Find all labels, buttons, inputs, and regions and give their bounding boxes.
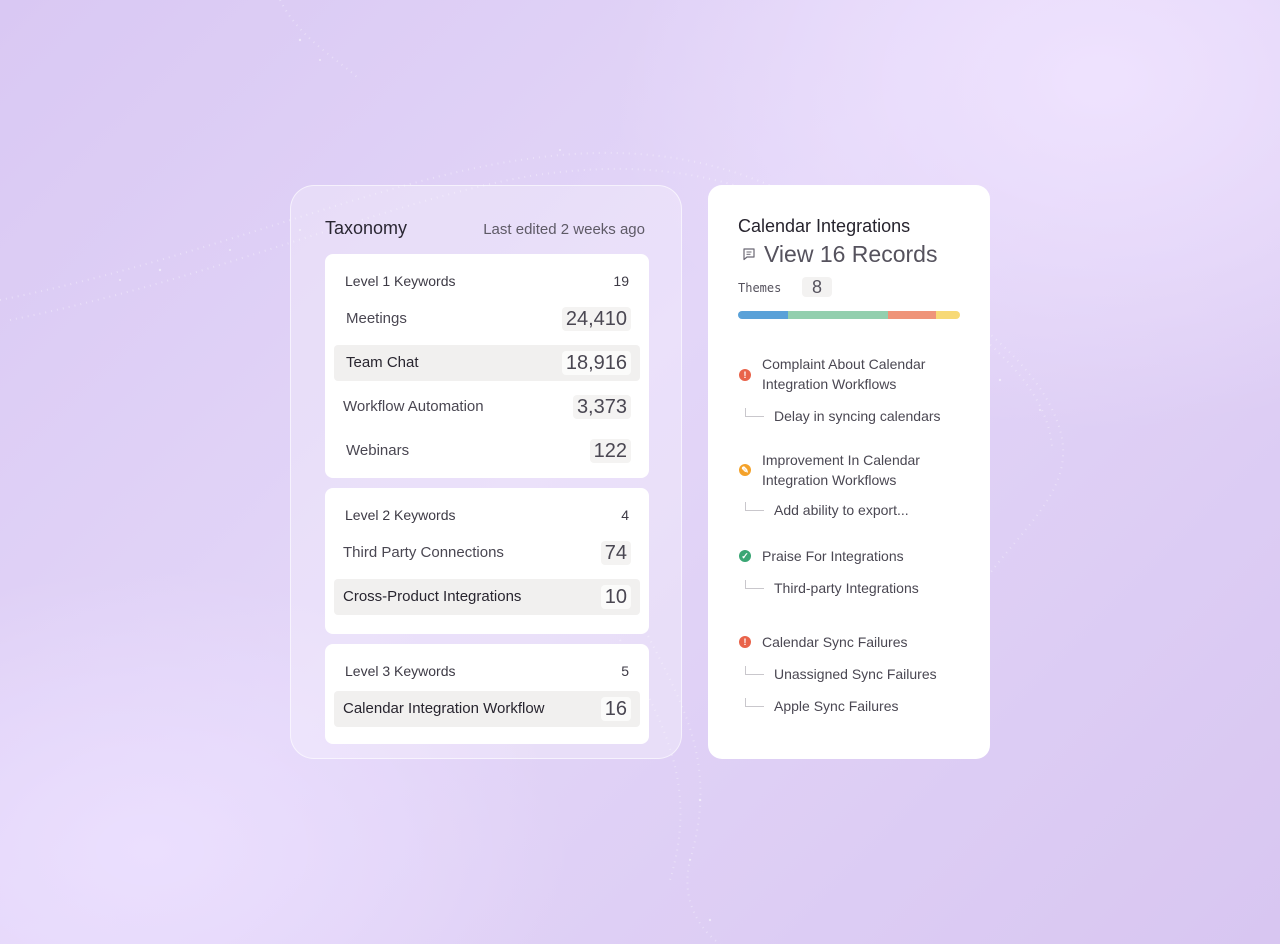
keyword-count: 3,373	[572, 395, 631, 419]
keyword-label: Calendar Integration Workflow	[343, 700, 545, 717]
keyword-label: Third Party Connections	[343, 544, 504, 561]
keyword-row-third-party-connections[interactable]: Third Party Connections 74	[334, 535, 640, 571]
keyword-count: 74	[600, 541, 631, 565]
view-records-label: View 16 Records	[764, 240, 938, 267]
themes-count: 8	[802, 277, 832, 297]
keyword-count: 18,916	[561, 351, 631, 375]
subtheme-delay-syncing[interactable]: Delay in syncing calendars	[774, 408, 941, 424]
keyword-row-webinars[interactable]: Webinars 122	[334, 433, 640, 469]
bar-segment-yellow	[936, 311, 960, 319]
level3-keywords-card: Level 3 Keywords 5 Calendar Integration …	[325, 644, 649, 744]
taxonomy-title: Taxonomy	[325, 218, 408, 238]
subtheme-export[interactable]: Add ability to export...	[774, 502, 909, 518]
tree-connector	[745, 502, 764, 511]
bar-segment-blue	[738, 311, 788, 319]
subtheme-apple-sync[interactable]: Apple Sync Failures	[774, 698, 899, 714]
check-icon: ✓	[739, 550, 751, 562]
keyword-row-calendar-integration-workflow[interactable]: Calendar Integration Workflow 16	[334, 691, 640, 727]
keyword-row-cross-product-integrations[interactable]: Cross-Product Integrations 10	[334, 579, 640, 615]
keyword-count: 122	[589, 439, 631, 463]
theme-calendar-sync-failures[interactable]: Calendar Sync Failures	[762, 632, 962, 652]
subtheme-unassigned-sync[interactable]: Unassigned Sync Failures	[774, 666, 937, 682]
last-edited-label: Last edited 2 weeks ago	[483, 221, 645, 238]
theme-praise-integrations[interactable]: Praise For Integrations	[762, 546, 962, 566]
theme-improvement-calendar[interactable]: Improvement In Calendar Integration Work…	[762, 450, 962, 490]
bar-segment-red	[888, 311, 936, 319]
tree-connector	[745, 580, 764, 589]
lightbulb-icon: ✎	[739, 464, 751, 476]
subtheme-third-party[interactable]: Third-party Integrations	[774, 580, 919, 596]
detail-title: Calendar Integrations	[738, 216, 911, 236]
theme-complaint-calendar[interactable]: Complaint About Calendar Integration Wor…	[762, 354, 962, 394]
view-records-link[interactable]: View 16 Records	[742, 239, 937, 269]
keyword-row-workflow-automation[interactable]: Workflow Automation 3,373	[334, 389, 640, 425]
tree-connector	[745, 408, 764, 417]
level2-keywords-card: Level 2 Keywords 4 Third Party Connectio…	[325, 488, 649, 634]
calendar-integrations-panel: Calendar Integrations View 16 Records Th…	[708, 185, 990, 759]
level2-heading: Level 2 Keywords	[345, 507, 456, 523]
keyword-count: 16	[600, 697, 631, 721]
level1-count: 19	[613, 273, 629, 289]
level3-heading: Level 3 Keywords	[345, 663, 456, 679]
alert-icon: !	[739, 636, 751, 648]
message-icon	[743, 248, 755, 261]
keyword-count: 24,410	[561, 307, 631, 331]
alert-icon: !	[739, 369, 751, 381]
keyword-label: Meetings	[346, 310, 407, 327]
level3-count: 5	[621, 663, 629, 679]
tree-connector	[745, 666, 764, 675]
keyword-count: 10	[600, 585, 631, 609]
keyword-label: Webinars	[346, 442, 410, 459]
keyword-row-team-chat[interactable]: Team Chat 18,916	[334, 345, 640, 381]
level2-count: 4	[621, 507, 629, 523]
keyword-row-meetings[interactable]: Meetings 24,410	[334, 301, 640, 337]
themes-label: Themes	[738, 281, 782, 295]
taxonomy-panel: Taxonomy Last edited 2 weeks ago Level 1…	[290, 185, 682, 759]
level1-heading: Level 1 Keywords	[345, 273, 456, 289]
tree-connector	[745, 698, 764, 707]
themes-distribution-bar	[738, 311, 960, 319]
keyword-label: Workflow Automation	[343, 398, 484, 415]
keyword-label: Team Chat	[346, 354, 419, 371]
level1-keywords-card: Level 1 Keywords 19 Meetings 24,410 Team…	[325, 254, 649, 478]
bar-segment-green	[788, 311, 888, 319]
keyword-label: Cross-Product Integrations	[343, 588, 522, 605]
